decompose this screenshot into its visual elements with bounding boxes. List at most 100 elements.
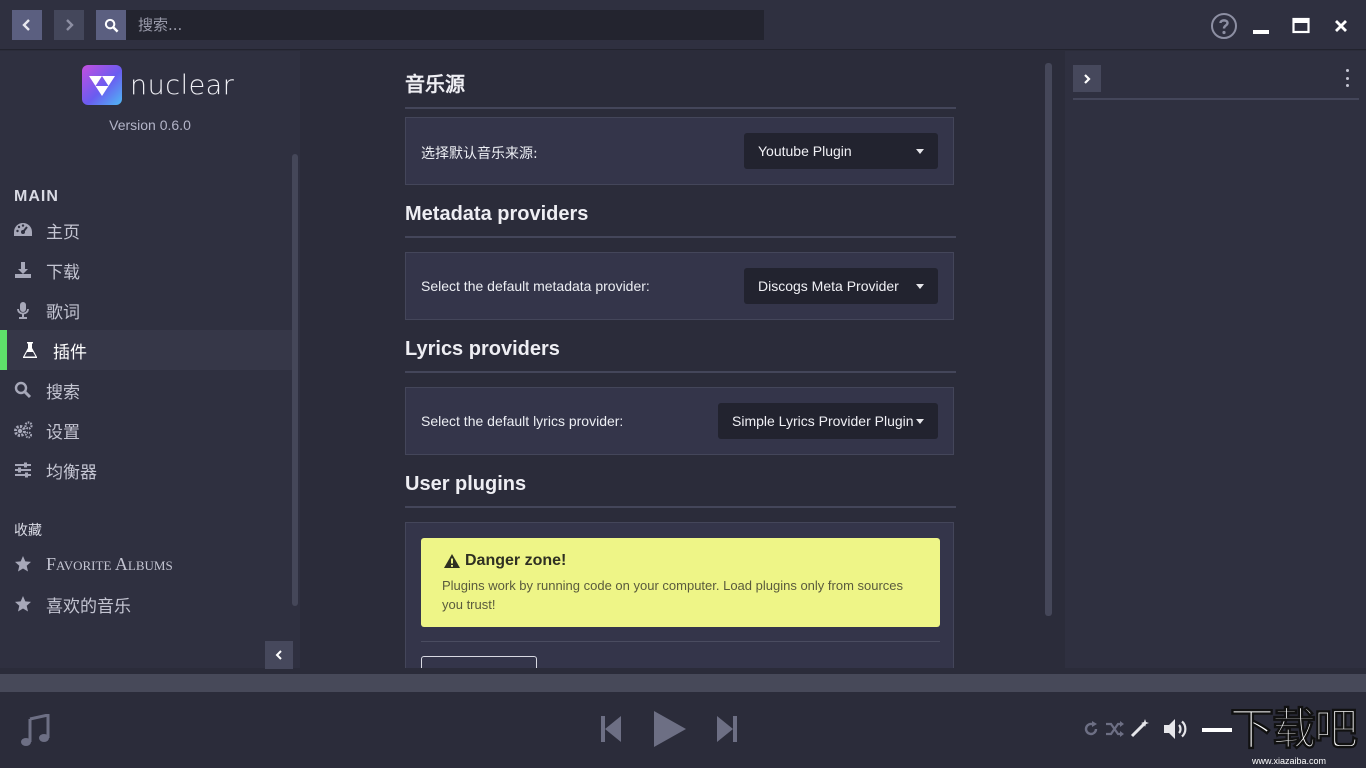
user-plugins-card: Danger zone! Plugins work by running cod… (405, 522, 954, 668)
divider (421, 641, 940, 642)
shuffle-button[interactable] (1103, 718, 1127, 740)
metadata-card: Select the default metadata provider: Di… (405, 252, 954, 320)
sidebar-item-label: 喜欢的音乐 (46, 592, 131, 617)
repeat-icon (1082, 720, 1100, 738)
sidebar: nuclear Version 0.6.0 MAIN 主页 下载 歌词 插件 搜… (0, 51, 300, 668)
download-icon (13, 260, 33, 280)
star-icon (13, 594, 33, 614)
watermark-url: www.xiazaiba.com (1252, 756, 1326, 766)
metadata-value: Discogs Meta Provider (758, 278, 899, 294)
queue-expand-button[interactable] (1073, 65, 1101, 92)
sidebar-item-label: 搜索 (46, 378, 80, 403)
danger-zone-title: Danger zone! (465, 552, 566, 570)
load-plugin-button[interactable] (421, 656, 537, 668)
close-icon (1333, 18, 1349, 34)
search-button[interactable] (96, 10, 126, 40)
search-icon (13, 380, 33, 400)
player-bar: 下载吧 www.xiazaiba.com (0, 692, 1366, 768)
sidebar-item-label: 插件 (53, 338, 87, 363)
queue-menu-button[interactable] (1343, 69, 1351, 87)
dot (1346, 84, 1349, 87)
metadata-dropdown[interactable]: Discogs Meta Provider (744, 268, 938, 304)
sidebar-item-downloads[interactable]: 下载 (0, 250, 292, 290)
cogs-icon (13, 420, 33, 440)
music-source-value: Youtube Plugin (758, 143, 852, 159)
chevron-left-icon (274, 649, 284, 661)
lyrics-heading: Lyrics providers (405, 338, 956, 373)
chevron-right-icon (1082, 73, 1092, 85)
help-button[interactable] (1210, 12, 1238, 40)
app-logo: nuclear (82, 65, 234, 105)
sidebar-collapse-button[interactable] (265, 641, 293, 669)
microphone-icon (13, 300, 33, 320)
play-button[interactable] (650, 708, 690, 750)
shuffle-icon (1105, 720, 1125, 738)
autoradio-button[interactable] (1128, 716, 1152, 740)
next-track-button[interactable] (714, 714, 740, 744)
play-icon (652, 709, 688, 749)
sidebar-scrollbar[interactable] (292, 154, 298, 606)
nuclear-logo-icon (82, 65, 122, 105)
dot (1346, 69, 1349, 72)
close-button[interactable] (1327, 12, 1355, 40)
lyrics-value: Simple Lyrics Provider Plugin (732, 413, 914, 429)
back-button[interactable] (12, 10, 42, 40)
caret-down-icon (916, 149, 924, 154)
metadata-heading: Metadata providers (405, 203, 956, 238)
divider (1073, 98, 1359, 100)
sidebar-item-search[interactable]: 搜索 (0, 370, 292, 410)
watermark-logo-text: 下载吧 (1230, 704, 1356, 756)
sidebar-item-label: Favorite Albums (46, 554, 173, 575)
dashboard-icon (13, 220, 33, 240)
flask-icon (20, 340, 40, 360)
danger-zone-message: Danger zone! Plugins work by running cod… (421, 538, 940, 627)
minimize-icon (1252, 17, 1270, 35)
logo-text: nuclear (130, 70, 234, 101)
sidebar-item-label: 下载 (46, 258, 80, 283)
watermark: 下载吧 www.xiazaiba.com (1200, 704, 1366, 768)
dot (1346, 77, 1349, 80)
section-main-label: MAIN (14, 188, 59, 206)
star-icon (13, 554, 33, 574)
music-source-card: 选择默认音乐来源: Youtube Plugin (405, 117, 954, 185)
app-version: Version 0.6.0 (0, 117, 300, 133)
previous-track-button[interactable] (598, 714, 624, 744)
search-icon (104, 18, 119, 33)
music-source-dropdown[interactable]: Youtube Plugin (744, 133, 938, 169)
sidebar-item-label: 均衡器 (46, 458, 97, 483)
forward-button[interactable] (54, 10, 84, 40)
volume-button[interactable] (1162, 716, 1192, 742)
sidebar-item-favorite-tracks[interactable]: 喜欢的音乐 (0, 584, 292, 624)
sidebar-item-lyrics[interactable]: 歌词 (0, 290, 292, 330)
maximize-button[interactable] (1287, 12, 1315, 40)
queue-panel (1065, 51, 1366, 668)
sliders-icon (13, 460, 33, 480)
music-note-icon (18, 714, 52, 753)
repeat-button[interactable] (1080, 718, 1102, 740)
sidebar-item-settings[interactable]: 设置 (0, 410, 292, 450)
caret-down-icon (916, 419, 924, 424)
sidebar-item-home[interactable]: 主页 (0, 210, 292, 250)
minimize-button[interactable] (1247, 12, 1275, 40)
search-input[interactable] (126, 10, 764, 40)
volume-slider[interactable] (1202, 728, 1232, 732)
main-content: 音乐源 选择默认音乐来源: Youtube Plugin Metadata pr… (304, 51, 1061, 668)
section-favorites-label: 收藏 (14, 520, 42, 540)
sidebar-item-plugins[interactable]: 插件 (0, 330, 292, 370)
sidebar-item-label: 设置 (46, 418, 80, 443)
caret-down-icon (916, 284, 924, 289)
main-scrollbar[interactable] (1045, 63, 1052, 616)
lyrics-dropdown[interactable]: Simple Lyrics Provider Plugin (718, 403, 938, 439)
sidebar-item-equalizer[interactable]: 均衡器 (0, 450, 292, 490)
sidebar-item-favorite-albums[interactable]: Favorite Albums (0, 544, 292, 584)
step-forward-icon (716, 715, 738, 743)
maximize-icon (1292, 17, 1310, 35)
danger-zone-text: Plugins work by running code on your com… (442, 576, 912, 614)
metadata-label: Select the default metadata provider: (421, 278, 650, 294)
chevron-right-icon (62, 18, 76, 32)
music-source-heading: 音乐源 (405, 68, 956, 109)
music-source-label: 选择默认音乐来源: (421, 143, 538, 163)
sidebar-item-label: 主页 (46, 218, 80, 243)
seek-bar[interactable] (0, 674, 1366, 692)
magic-wand-icon (1130, 718, 1150, 738)
